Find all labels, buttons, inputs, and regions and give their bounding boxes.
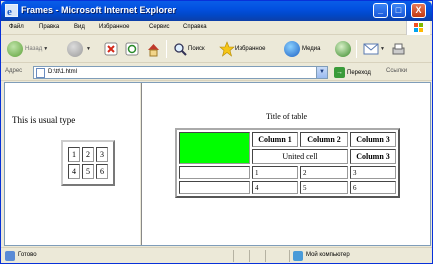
table-cell: 2 (82, 147, 94, 162)
mail-button[interactable]: ▼ (363, 39, 385, 59)
home-button[interactable] (146, 39, 161, 59)
menu-file[interactable]: Файл (9, 24, 24, 30)
menu-tools[interactable]: Сервис (149, 24, 170, 30)
table-row: Column 1 Column 2 Column 3 (179, 132, 396, 164)
browser-window: e Frames - Microsoft Internet Explorer _… (0, 0, 433, 264)
media-globe-icon (284, 41, 300, 57)
home-icon (148, 43, 159, 56)
back-button[interactable]: Назад ▼ (7, 39, 48, 59)
column-header: Column 3 (350, 149, 396, 164)
status-text: Готово (18, 252, 37, 258)
refresh-button[interactable] (125, 39, 139, 59)
menu-view[interactable]: Вид (74, 24, 85, 30)
menu-favorites[interactable]: Избранное (99, 24, 129, 30)
page-status-icon (5, 251, 15, 261)
media-label: Медиа (302, 46, 321, 52)
computer-zone-icon (293, 251, 303, 261)
back-dropdown-icon[interactable]: ▼ (43, 46, 48, 52)
search-button[interactable]: Поиск (173, 39, 205, 59)
page-icon (36, 68, 45, 78)
united-cell: United cell (252, 149, 348, 164)
address-dropdown-icon[interactable]: ▼ (316, 67, 327, 78)
mail-dropdown-icon[interactable]: ▼ (380, 46, 385, 52)
go-arrow-icon: → (334, 67, 345, 78)
forward-dropdown-icon[interactable]: ▼ (86, 46, 91, 52)
table-cell: 4 (252, 181, 298, 194)
table-cell: 2 (300, 166, 348, 179)
minimize-button[interactable]: _ (373, 3, 388, 18)
forward-arrow-icon (67, 41, 83, 57)
status-panel (265, 250, 279, 262)
menu-edit[interactable]: Правка (39, 24, 59, 30)
title-bar[interactable]: e Frames - Microsoft Internet Explorer _… (1, 1, 432, 21)
window-title: Frames - Microsoft Internet Explorer (21, 5, 177, 15)
history-button[interactable] (335, 39, 353, 59)
search-icon (174, 42, 187, 56)
refresh-icon (125, 42, 139, 56)
address-url[interactable]: D:\tt\1.html (48, 69, 77, 75)
toolbar-separator (356, 40, 357, 58)
stop-button[interactable] (104, 39, 118, 59)
address-input[interactable]: D:\tt\1.html ▼ (33, 66, 328, 79)
table-cell: 1 (252, 166, 298, 179)
links-button[interactable]: Ссылки (386, 68, 407, 74)
table-cell (179, 181, 250, 194)
page-viewport: This is usual type 1 2 3 4 5 6 Title of … (4, 82, 431, 246)
left-frame-text: This is usual type (12, 115, 76, 125)
status-bar: Готово Мой компьютер (1, 247, 432, 263)
right-frame: Title of table Column 1 Column 2 Column … (142, 83, 430, 245)
search-label: Поиск (188, 46, 205, 52)
back-label: Назад (25, 46, 43, 52)
status-panel (249, 250, 263, 262)
address-bar: Адрес D:\tt\1.html ▼ → Переход Ссылки (1, 64, 432, 81)
column-header: Column 2 (300, 132, 348, 147)
go-button[interactable]: → Переход (334, 66, 371, 79)
table-cell: 6 (350, 181, 396, 194)
star-icon (219, 41, 235, 57)
table-cell: 3 (350, 166, 396, 179)
table-cell: 4 (68, 164, 80, 179)
security-zone: Мой компьютер (306, 252, 350, 258)
toolbar: Назад ▼ ▼ Поиск Избранное Медиа ▼ (1, 36, 432, 63)
status-panel (233, 250, 247, 262)
favorites-button[interactable]: Избранное (219, 39, 265, 59)
mail-icon (363, 43, 379, 55)
maximize-button[interactable]: □ (391, 3, 406, 18)
table-cell: 6 (96, 164, 108, 179)
table-row: 1 2 3 (68, 147, 108, 162)
table-title: Title of table (266, 112, 308, 121)
table-cell: 5 (82, 164, 94, 179)
table-row: 1 2 3 (179, 166, 396, 179)
media-button[interactable]: Медиа (284, 39, 320, 59)
main-table: Column 1 Column 2 Column 3 United cell C… (175, 128, 400, 198)
history-icon (335, 41, 351, 57)
windows-flag-icon (406, 21, 430, 35)
table-row: 4 5 6 (68, 164, 108, 179)
go-label: Переход (347, 69, 371, 76)
forward-button[interactable]: ▼ (67, 39, 91, 59)
small-table: 1 2 3 4 5 6 (61, 140, 115, 186)
column-header: Column 1 (252, 132, 298, 147)
print-icon (392, 43, 405, 54)
column-header: Column 3 (350, 132, 396, 147)
menu-help[interactable]: Справка (183, 24, 207, 30)
left-frame: This is usual type 1 2 3 4 5 6 (5, 83, 139, 245)
print-button[interactable] (391, 39, 406, 59)
table-cell: 3 (96, 147, 108, 162)
internet-explorer-icon: e (5, 4, 18, 17)
table-cell (179, 166, 250, 179)
table-cell: 1 (68, 147, 80, 162)
table-cell: 5 (300, 181, 348, 194)
green-cell (179, 132, 250, 164)
toolbar-separator (166, 40, 167, 58)
address-label: Адрес (5, 68, 23, 74)
stop-icon (104, 42, 118, 56)
favorites-label: Избранное (235, 46, 266, 52)
svg-text:e: e (7, 6, 12, 17)
menu-bar: Файл Правка Вид Избранное Сервис Справка (1, 21, 432, 35)
back-arrow-icon (7, 41, 23, 57)
table-row: 4 5 6 (179, 181, 396, 194)
close-button[interactable]: X (411, 3, 426, 18)
